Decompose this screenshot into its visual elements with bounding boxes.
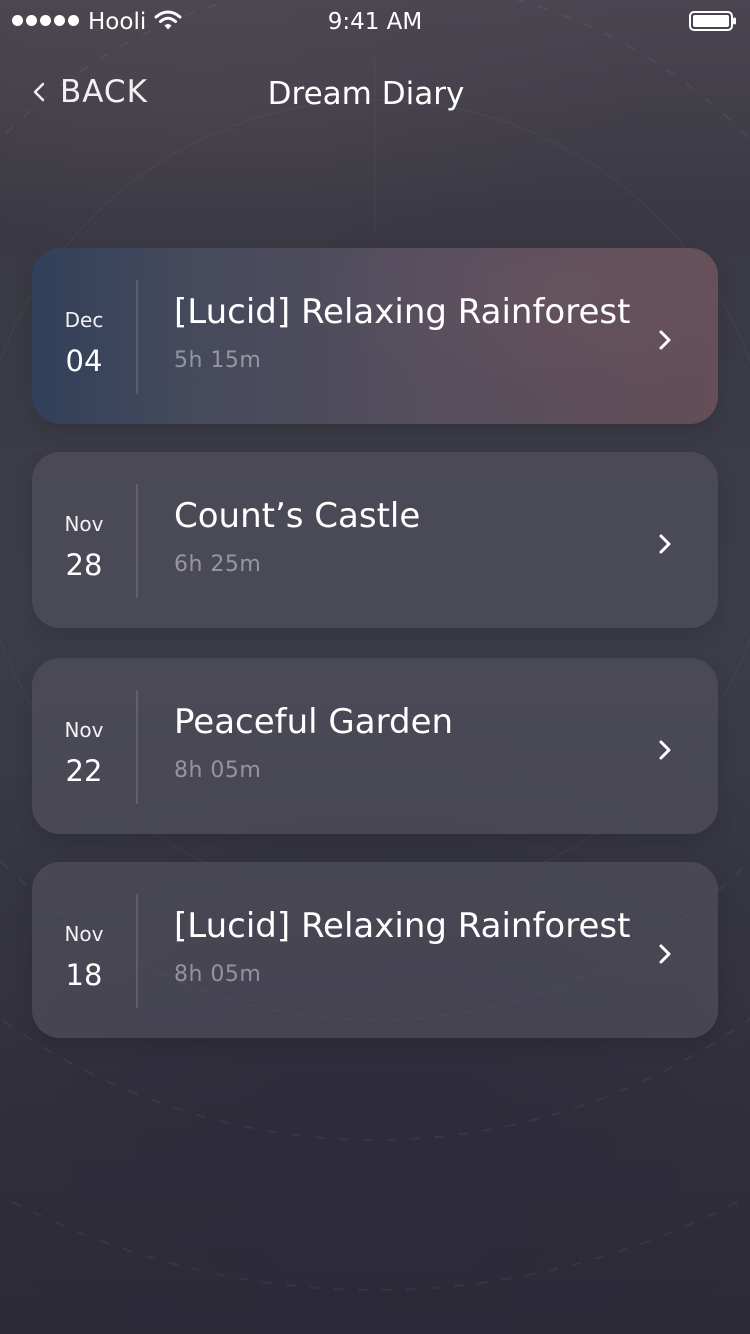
entry-duration: 8h 05m (174, 758, 262, 783)
dream-entry-card[interactable]: Dec 04 [Lucid] Relaxing Rainforest 5h 15… (32, 248, 718, 424)
entry-day: 18 (65, 958, 103, 992)
chevron-right-icon (659, 330, 671, 350)
entry-date: Dec 04 (32, 248, 136, 424)
dream-entry-list: Dec 04 [Lucid] Relaxing Rainforest 5h 15… (32, 248, 718, 1066)
entry-title: [Lucid] Relaxing Rainforest (174, 292, 631, 332)
status-bar: Hooli 9:41 AM (0, 0, 750, 44)
chevron-right-icon (659, 740, 671, 760)
dream-entry-card[interactable]: Nov 18 [Lucid] Relaxing Rainforest 8h 05… (32, 862, 718, 1038)
battery-icon (689, 11, 736, 31)
page-title: Dream Diary (267, 76, 465, 112)
entry-divider (136, 280, 138, 394)
entry-title: Peaceful Garden (174, 702, 454, 742)
entry-divider (136, 894, 138, 1008)
entry-day: 28 (65, 548, 103, 582)
chevron-right-icon (659, 534, 671, 554)
entry-divider (136, 484, 138, 598)
entry-title: [Lucid] Relaxing Rainforest (174, 906, 631, 946)
entry-duration: 6h 25m (174, 552, 262, 577)
entry-day: 04 (65, 344, 103, 378)
dream-entry-card[interactable]: Nov 28 Count’s Castle 6h 25m (32, 452, 718, 628)
entry-date: Nov 18 (32, 862, 136, 1038)
status-time: 9:41 AM (327, 9, 423, 35)
navigation-bar: BACK Dream Diary (0, 60, 750, 130)
entry-duration: 8h 05m (174, 962, 262, 987)
entry-date: Nov 22 (32, 658, 136, 834)
entry-month: Nov (64, 718, 104, 742)
entry-date: Nov 28 (32, 452, 136, 628)
entry-divider (136, 690, 138, 804)
entry-day: 22 (65, 754, 103, 788)
dream-entry-card[interactable]: Nov 22 Peaceful Garden 8h 05m (32, 658, 718, 834)
entry-title: Count’s Castle (174, 496, 421, 536)
entry-duration: 5h 15m (174, 348, 262, 373)
chevron-right-icon (659, 944, 671, 964)
entry-month: Dec (64, 308, 104, 332)
entry-month: Nov (64, 512, 104, 536)
entry-month: Nov (64, 922, 104, 946)
